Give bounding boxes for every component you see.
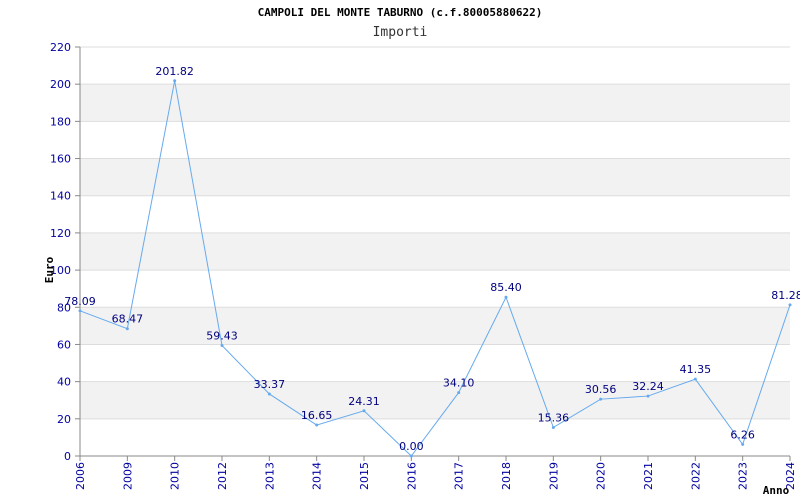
data-label: 6.26: [730, 428, 755, 441]
x-tick-label: 2021: [642, 462, 655, 490]
grid-band: [80, 158, 790, 196]
y-axis-label: Euro: [43, 256, 56, 283]
x-tick-label: 2010: [169, 462, 182, 490]
data-label: 34.10: [443, 377, 475, 390]
grid-band: [80, 307, 790, 345]
x-tick-label: 2022: [689, 462, 702, 490]
data-label: 81.28: [771, 289, 800, 302]
data-label: 41.35: [680, 363, 712, 376]
data-point: [693, 377, 697, 381]
data-point: [646, 394, 650, 398]
data-label: 33.37: [254, 378, 286, 391]
x-tick-label: 2016: [405, 462, 418, 490]
y-tick-label: 0: [64, 450, 71, 463]
data-point: [78, 309, 82, 313]
data-label: 85.40: [490, 281, 522, 294]
data-point: [125, 327, 129, 331]
data-label: 24.31: [348, 395, 380, 408]
data-point: [267, 392, 271, 396]
y-tick-label: 60: [57, 338, 71, 351]
data-label: 78.09: [64, 295, 96, 308]
data-label: 68.47: [112, 313, 144, 326]
x-tick-labels: 2006 2009 2010 2012 2013 2014 2015 2016 2017 2018…: [74, 462, 797, 490]
data-point: [741, 442, 745, 446]
data-point: [457, 391, 461, 395]
grid-band: [80, 232, 790, 271]
x-tick-label: 2012: [216, 462, 229, 490]
x-tick-label: 2006: [74, 462, 87, 490]
x-tick-label: 2013: [263, 462, 276, 490]
x-tick-label: 2019: [547, 462, 560, 490]
y-tick-label: 40: [57, 376, 71, 389]
data-label: 16.65: [301, 409, 333, 422]
x-tick-label: 2020: [595, 462, 608, 490]
grid-band: [80, 84, 790, 122]
data-point: [504, 295, 508, 299]
data-label: 30.56: [585, 383, 617, 396]
data-point: [409, 454, 413, 458]
y-tick-label: 220: [50, 41, 71, 54]
x-tick-label: 2023: [737, 462, 750, 490]
x-tick-label: 2015: [358, 462, 371, 490]
y-tick-label: 20: [57, 413, 71, 426]
x-tick-label: 2017: [453, 462, 466, 490]
y-tick-label: 180: [50, 115, 71, 128]
data-point: [315, 423, 319, 427]
data-label: 0.00: [399, 440, 424, 453]
data-label: 201.82: [155, 65, 194, 78]
x-tick-label: 2018: [500, 462, 513, 490]
data-point: [362, 409, 366, 413]
data-point: [551, 425, 555, 429]
data-label: 59.43: [206, 330, 238, 343]
y-tick-label: 140: [50, 190, 71, 203]
data-label: 32.24: [632, 380, 664, 393]
data-point: [173, 79, 177, 83]
y-tick-label: 200: [50, 78, 71, 91]
y-tick-label: 120: [50, 227, 71, 240]
data-point: [220, 344, 224, 348]
y-tick-labels: 020406080100120140160180200220: [50, 41, 71, 463]
grid-band: [80, 381, 790, 419]
data-point: [788, 303, 792, 307]
x-tick-label: 2009: [121, 462, 134, 490]
data-label: 15.36: [538, 411, 570, 424]
line-chart: 020406080100120140160180200220 2006 2009 2…: [43, 41, 800, 497]
data-point: [599, 397, 603, 401]
y-tick-label: 160: [50, 153, 71, 166]
x-axis-label: Anno: [763, 484, 790, 497]
x-tick-label: 2014: [311, 462, 324, 490]
